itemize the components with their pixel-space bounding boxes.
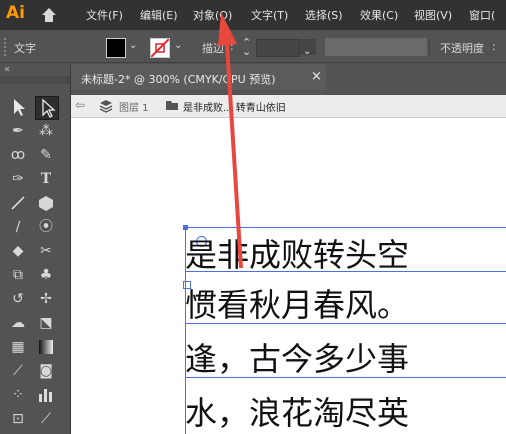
text-line-3[interactable]: 逢，古今多少事 — [185, 334, 409, 380]
stroke-dropdown-icon[interactable]: ⌄ — [174, 40, 182, 51]
annotation-arrow-icon — [218, 12, 243, 268]
baseline-2 — [185, 323, 506, 324]
document-tab[interactable]: 未标题-2* @ 300% (CMYK/GPU 预览) × — [71, 64, 326, 90]
live-paint-tool-icon[interactable]: ♣ — [35, 264, 57, 286]
menu-file[interactable]: 文件(F) — [86, 7, 123, 23]
eyedropper-tool-icon[interactable]: ⟋ — [7, 360, 29, 382]
layers-icon — [99, 100, 113, 113]
blend-tool-icon[interactable]: ◙ — [35, 360, 57, 382]
artboard-tool-icon[interactable]: ⊡ — [7, 408, 29, 430]
rotate-tool-icon[interactable]: ↺ — [7, 288, 29, 310]
stroke-width-dropdown[interactable]: ⌄ — [300, 39, 316, 57]
direct-selection-tool-icon[interactable] — [35, 96, 59, 120]
artboard-canvas[interactable] — [71, 118, 506, 434]
close-icon[interactable]: × — [311, 69, 322, 84]
warp-tool-icon[interactable]: ☁ — [7, 312, 29, 334]
baseline-3 — [185, 377, 506, 378]
symbol-sprayer-tool-icon[interactable]: ⁘ — [7, 384, 29, 406]
text-line-2[interactable]: 惯看秋月春风。 — [185, 280, 409, 326]
paintbrush-tool-icon[interactable]: ∕ — [7, 216, 29, 238]
breadcrumb: ⇦ 图层 1 是非成败... 转青山依旧 — [71, 95, 506, 118]
selection-tool-icon[interactable] — [7, 96, 29, 118]
fill-dropdown-icon[interactable]: ⌄ — [129, 40, 137, 51]
collapse-icon[interactable]: « — [4, 64, 10, 75]
tools-panel: « ✒ ⁂ ꝏ ✎ ✑ T ∕ ⦿ ◆ ✂ ⧉ ♣ ↺ ✢ ☁ ⬔ ▦ ⟋ ◙ … — [0, 64, 71, 434]
mesh-tool-icon[interactable]: ▦ — [7, 336, 29, 358]
tool-label: 文字 — [14, 42, 36, 55]
shaper-tool-icon[interactable]: ⦿ — [35, 216, 57, 238]
eraser-tool-icon[interactable]: ◆ — [7, 240, 29, 262]
curvature-tool-icon[interactable]: ✒ — [7, 120, 29, 142]
menu-select[interactable]: 选择(S) — [305, 7, 343, 23]
anchor-point-tool-icon[interactable]: ✑ — [7, 168, 29, 190]
gradient-tool-icon[interactable] — [35, 336, 57, 358]
fill-swatch[interactable] — [106, 38, 126, 58]
breadcrumb-layer[interactable]: 图层 1 — [119, 99, 149, 114]
divider — [429, 39, 430, 55]
stroke-swatch[interactable] — [150, 38, 170, 58]
back-arrow-icon[interactable]: ⇦ — [75, 98, 85, 112]
pen-tool-icon[interactable]: ✎ — [35, 144, 57, 166]
line-tool-icon[interactable] — [7, 192, 29, 214]
no-stroke-icon — [151, 39, 169, 57]
text-line-4[interactable]: 水，浪花淘尽英 — [185, 388, 409, 434]
stroke-width-input[interactable] — [256, 39, 300, 57]
puppet-warp-tool-icon[interactable]: ✢ — [35, 288, 57, 310]
home-icon[interactable] — [40, 6, 58, 24]
type-tool-icon[interactable]: T — [35, 168, 57, 190]
app-logo: Ai — [6, 3, 25, 23]
menu-edit[interactable]: 编辑(E) — [140, 7, 178, 23]
group-folder-icon — [166, 101, 178, 110]
lasso-tool-icon[interactable]: ꝏ — [7, 144, 29, 166]
shape-builder-tool-icon[interactable]: ⧉ — [7, 264, 29, 286]
panel-header[interactable] — [0, 76, 70, 84]
menu-window[interactable]: 窗口( — [469, 7, 495, 23]
panel-grip[interactable] — [4, 38, 8, 56]
colon-label-2: : — [492, 40, 496, 53]
scissors-tool-icon[interactable]: ✂ — [35, 240, 57, 262]
variable-width-profile[interactable] — [325, 38, 427, 56]
slice-tool-icon[interactable]: ⟋ — [35, 408, 57, 430]
magic-wand-tool-icon[interactable]: ⁂ — [35, 120, 57, 142]
free-transform-tool-icon[interactable]: ⬔ — [35, 312, 57, 334]
opacity-label[interactable]: 不透明度 — [440, 40, 484, 56]
polygon-tool-icon[interactable] — [35, 192, 57, 214]
menu-effect[interactable]: 效果(C) — [360, 7, 398, 23]
menu-view[interactable]: 视图(V) — [414, 7, 452, 23]
graph-tool-icon[interactable] — [35, 384, 57, 406]
